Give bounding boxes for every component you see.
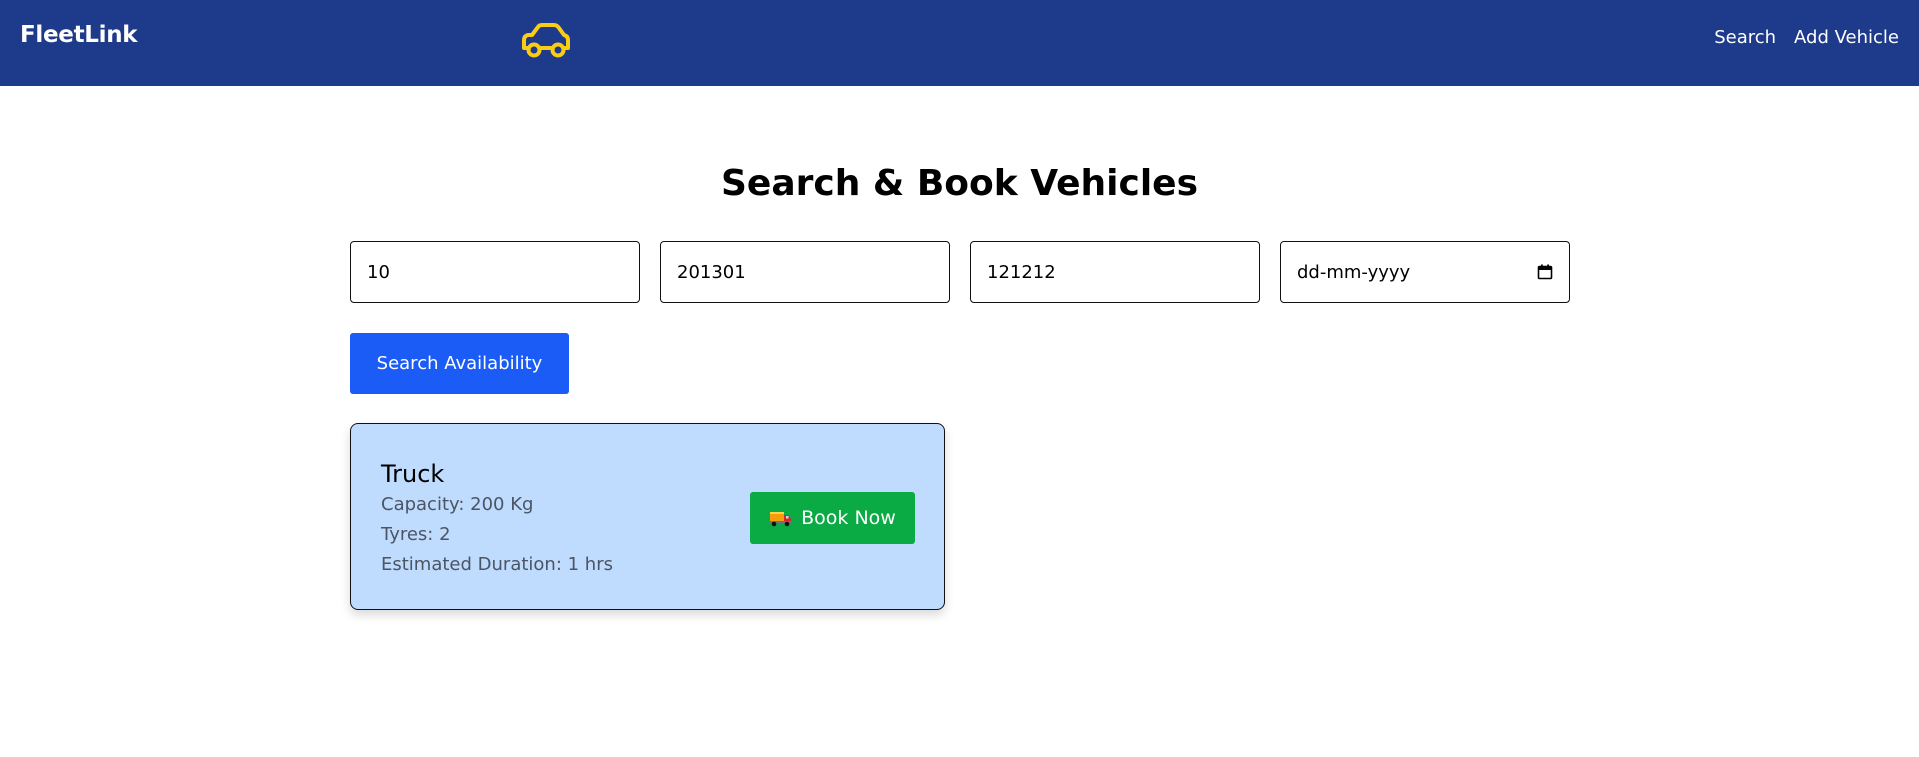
to-pincode-input[interactable]: 121212	[970, 241, 1260, 303]
start-date-input[interactable]: dd-mm-yyyy	[1280, 241, 1570, 303]
nav-link-add-vehicle[interactable]: Add Vehicle	[1794, 27, 1899, 48]
vehicle-capacity: Capacity: 200 Kg	[381, 494, 534, 515]
nav-link-search[interactable]: Search	[1714, 27, 1776, 48]
navbar: FleetLink Search Add Vehicle	[0, 0, 1919, 86]
page-title: Search & Book Vehicles	[721, 163, 1198, 204]
nav-links: Search Add Vehicle	[1714, 27, 1899, 48]
vehicle-name: Truck	[381, 460, 445, 488]
book-now-label: Book Now	[801, 507, 896, 529]
vehicle-tyres: Tyres: 2	[381, 524, 451, 545]
vehicle-result-card: Truck Capacity: 200 Kg Tyres: 2 Estimate…	[350, 423, 945, 610]
truck-icon	[770, 512, 792, 527]
from-pincode-input[interactable]: 201301	[660, 241, 950, 303]
brand-logo-text[interactable]: FleetLink	[20, 22, 138, 48]
book-now-button[interactable]: Book Now	[750, 492, 915, 544]
capacity-input[interactable]: 10	[350, 241, 640, 303]
capacity-input-value: 10	[367, 261, 390, 283]
car-icon	[522, 23, 570, 58]
search-availability-button[interactable]: Search Availability	[350, 333, 569, 394]
start-date-placeholder: dd-mm-yyyy	[1297, 261, 1411, 283]
from-pincode-input-value: 201301	[677, 261, 746, 283]
calendar-icon[interactable]	[1537, 264, 1553, 280]
vehicle-duration: Estimated Duration: 1 hrs	[381, 554, 613, 575]
to-pincode-input-value: 121212	[987, 261, 1056, 283]
